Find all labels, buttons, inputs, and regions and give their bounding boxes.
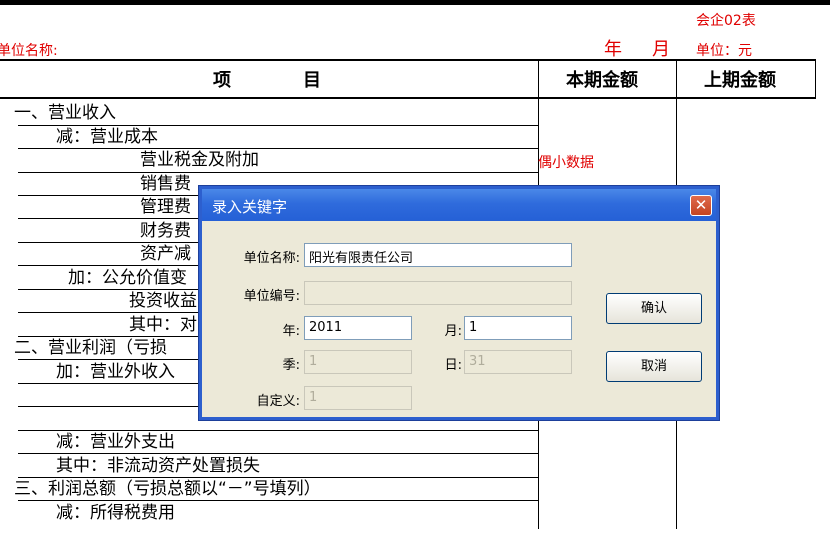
col-header-item: 项 目 [213,70,321,91]
month-field[interactable]: 1 [464,316,572,340]
row-item: 其中：对 [129,315,197,335]
row-line [18,500,538,501]
quarter-field-label: 季: [282,358,300,373]
row-item: 减：营业外支出 [56,432,175,452]
year-label: 年 [604,39,622,60]
row-line [18,453,538,454]
row-line [18,125,538,126]
custom-field[interactable]: 1 [304,386,412,410]
close-icon: ✕ [694,196,708,214]
row-item: 三、利润总额（亏损总额以“－”号填列） [14,479,321,499]
unit-label: 单位：元 [696,43,752,59]
dialog-title: 录入关键字 [212,198,288,216]
form-code: 会企02表 [696,13,756,29]
close-button[interactable]: ✕ [690,195,712,216]
unit-name-field-label: 单位名称: [243,251,300,266]
row-item: 加：营业外收入 [56,362,175,382]
keyword-entry-dialog: 录入关键字 ✕ 单位名称: 阳光有限责任公司 单位编号: 年: 2011 月: … [199,186,719,420]
row-item: 营业税金及附加 [140,150,259,170]
quarter-field[interactable]: 1 [304,350,412,374]
partial-red-text: 偶小数据 [538,155,594,171]
row-item: 财务费 [140,221,191,241]
unit-code-field[interactable] [304,281,572,305]
col-divider-3 [815,59,816,99]
unit-code-field-label: 单位编号: [243,289,300,304]
row-item: 二、营业利润（亏损 [14,338,167,358]
col-header-current: 本期金额 [566,70,638,91]
ok-button[interactable]: 确认 [606,293,702,324]
month-label: 月 [652,39,670,60]
row-item: 销售费 [140,174,191,194]
day-field[interactable]: 31 [464,350,572,374]
day-field-label: 日: [444,358,462,373]
header-bottom-border [0,97,816,99]
row-item: 投资收益 [129,291,197,311]
row-item: 减：营业成本 [56,127,158,147]
year-field-label: 年: [282,324,300,339]
table-top-border [0,59,816,61]
cancel-button[interactable]: 取消 [606,351,702,382]
row-line [18,172,538,173]
row-item: 减：所得税费用 [56,503,175,523]
top-border [0,0,830,5]
row-item: 管理费 [140,197,191,217]
row-line [18,477,538,478]
custom-field-label: 自定义: [256,394,300,409]
dialog-titlebar[interactable]: 录入关键字 ✕ [202,189,716,221]
unit-name-label: 单位名称: [0,43,58,59]
row-line [18,430,538,431]
unit-name-field[interactable]: 阳光有限责任公司 [304,243,572,267]
col-header-previous: 上期金额 [704,70,776,91]
row-item: 一、营业收入 [14,103,116,123]
month-field-label: 月: [444,324,462,339]
row-line [18,148,538,149]
year-field[interactable]: 2011 [304,316,412,340]
row-item: 加：公允价值变 [68,268,187,288]
row-item: 其中：非流动资产处置损失 [56,456,260,476]
row-item: 资产减 [140,244,191,264]
